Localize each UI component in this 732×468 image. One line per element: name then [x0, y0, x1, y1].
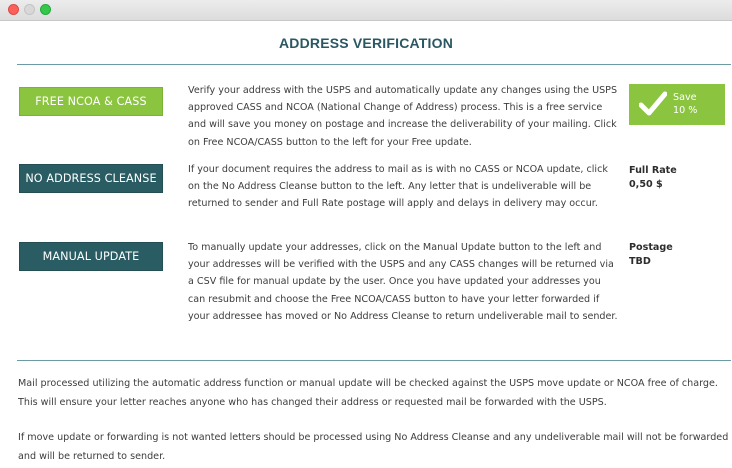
save-badge-text: Save 10 % [673, 91, 697, 117]
no-address-cleanse-description: If your document requires the address to… [188, 164, 608, 210]
manual-update-button[interactable]: MANUAL UPDATE [19, 242, 163, 271]
window-titlebar [0, 0, 732, 21]
save-label: Save [673, 92, 697, 103]
postage-label: Postage [629, 242, 673, 253]
page-title: ADDRESS VERIFICATION [278, 35, 454, 51]
postage-info: Postage TBD [629, 241, 673, 268]
full-rate-info: Full Rate 0,50 $ [629, 164, 677, 191]
free-ncoa-cass-button[interactable]: FREE NCOA & CASS [19, 87, 163, 116]
postage-value: TBD [629, 255, 651, 267]
close-window-button[interactable] [8, 4, 19, 15]
no-address-cleanse-button[interactable]: NO ADDRESS CLEANSE [19, 164, 163, 193]
checkmark-icon [639, 91, 667, 116]
full-rate-label: Full Rate [629, 165, 677, 176]
divider-bottom [17, 360, 731, 361]
zoom-window-button[interactable] [40, 4, 51, 15]
free-ncoa-cass-description: Verify your address with the USPS and au… [188, 85, 618, 148]
note-no-forwarding: If move update or forwarding is not want… [18, 432, 729, 462]
full-rate-value: 0,50 $ [629, 178, 663, 190]
note-move-update: Mail processed utilizing the automatic a… [18, 378, 718, 408]
save-percent: 10 % [673, 105, 698, 116]
manual-update-description: To manually update your addresses, click… [188, 242, 618, 322]
save-badge: Save 10 % [629, 84, 725, 125]
divider-top [17, 64, 731, 65]
minimize-window-button[interactable] [24, 4, 35, 15]
